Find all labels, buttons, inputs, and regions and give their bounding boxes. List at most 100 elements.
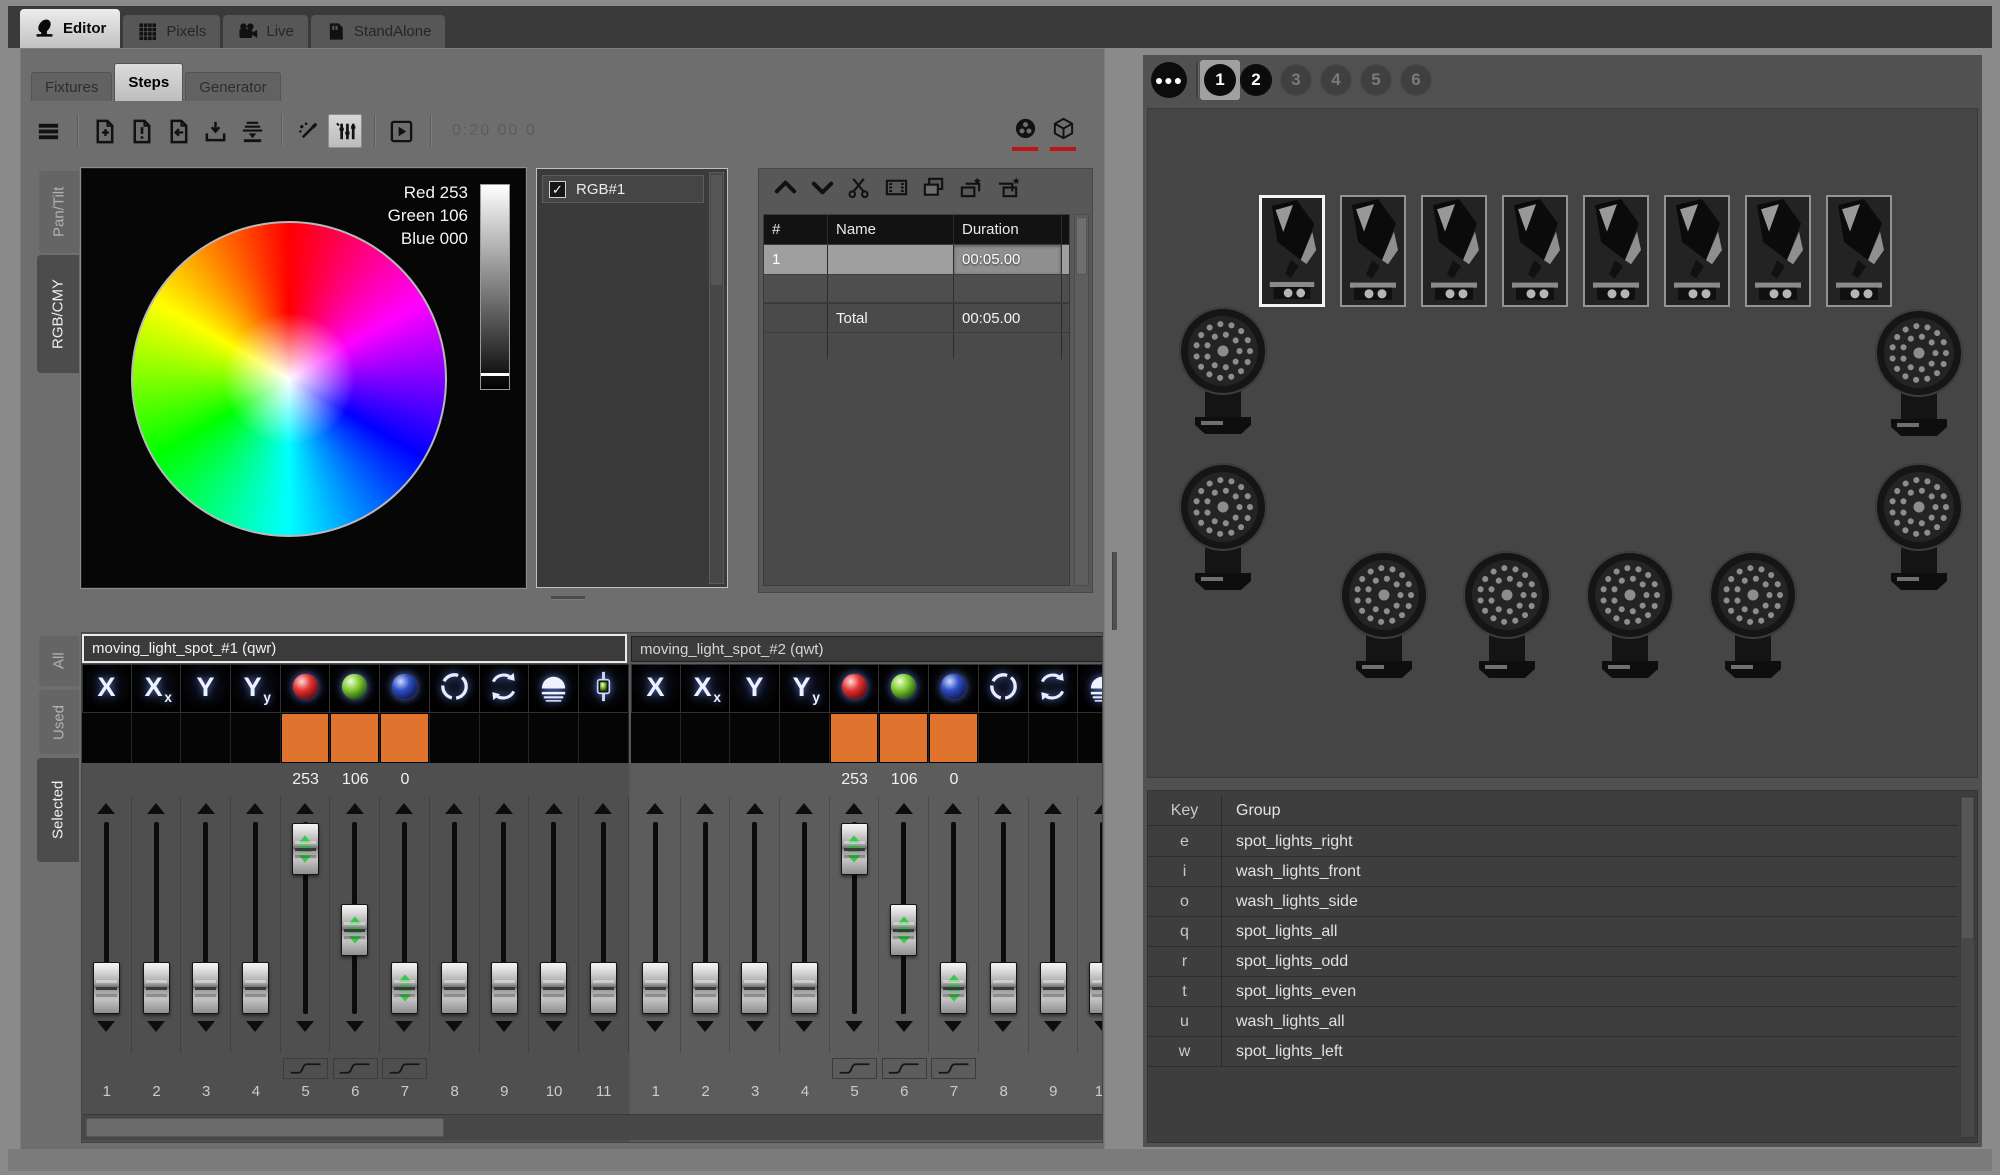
fader-up-arrow[interactable] (696, 803, 714, 814)
channel-cell[interactable]: Yy (780, 664, 830, 713)
fader-hscrollbar-thumb[interactable] (86, 1118, 444, 1137)
fixture-tab[interactable]: moving_light_spot_#2 (qwt) (631, 636, 1103, 662)
component-scrollbar[interactable] (709, 172, 724, 584)
scene-button-2[interactable]: 2 (1240, 64, 1272, 96)
fader-handle[interactable] (292, 823, 319, 875)
steps-row[interactable]: 100:05.00 (764, 245, 1069, 275)
wash-fixture-icon[interactable] (1459, 549, 1555, 683)
brightness-indicator[interactable] (481, 373, 509, 376)
group-row[interactable]: tspot_lights_even (1148, 977, 1958, 1007)
titlebar-tab-standalone[interactable]: StandAlone (311, 15, 446, 48)
channel-cell[interactable]: Y (181, 664, 231, 713)
component-row[interactable]: ✓ RGB#1 (542, 175, 704, 203)
revert-step-button[interactable] (161, 114, 195, 148)
steps-row[interactable] (764, 275, 1069, 303)
channel-cell[interactable] (480, 664, 530, 713)
fader-up-arrow[interactable] (246, 803, 264, 814)
fader-down-arrow[interactable] (296, 1021, 314, 1032)
fader-handle[interactable] (1089, 962, 1103, 1014)
channel-cell[interactable] (380, 664, 430, 713)
editor-tab-generator[interactable]: Generator (185, 72, 281, 101)
channel-cell[interactable] (430, 664, 480, 713)
fader-down-arrow[interactable] (994, 1021, 1012, 1032)
fade-curve-button[interactable] (283, 1058, 328, 1079)
group-row[interactable]: wspot_lights_left (1148, 1037, 1958, 1067)
fader-up-arrow[interactable] (1094, 803, 1103, 814)
fader-handle[interactable] (1040, 962, 1067, 1014)
fader-up-arrow[interactable] (197, 803, 215, 814)
fader-down-arrow[interactable] (1094, 1021, 1103, 1032)
spot-fixture-icon[interactable] (1340, 195, 1406, 307)
channel-cell[interactable] (330, 664, 380, 713)
fader-handle[interactable] (590, 962, 617, 1014)
film-button[interactable] (878, 174, 915, 206)
new-step-button[interactable] (87, 114, 121, 148)
channel-cell[interactable] (1029, 664, 1079, 713)
spot-fixture-icon[interactable] (1826, 195, 1892, 307)
channel-cell[interactable] (579, 664, 629, 713)
steps-scrollbar[interactable] (1074, 214, 1089, 586)
wash-fixture-icon[interactable] (1175, 461, 1271, 595)
faders-view-button[interactable] (328, 114, 362, 148)
fader-up-arrow[interactable] (147, 803, 165, 814)
play-button[interactable] (384, 114, 418, 148)
channel-cell[interactable]: Xx (132, 664, 182, 713)
channel-cell[interactable]: Yy (231, 664, 281, 713)
spot-fixture-icon[interactable] (1664, 195, 1730, 307)
fader-handle[interactable] (491, 962, 518, 1014)
fader-up-arrow[interactable] (97, 803, 115, 814)
fader-up-arrow[interactable] (994, 803, 1012, 814)
wash-fixture-icon[interactable] (1582, 549, 1678, 683)
menu-button[interactable] (31, 114, 65, 148)
wash-fixture-icon[interactable] (1871, 307, 1967, 441)
channel-cell[interactable]: Xx (681, 664, 731, 713)
fader-down-arrow[interactable] (395, 1021, 413, 1032)
move-up-button[interactable] (767, 174, 804, 206)
spot-fixture-icon[interactable] (1421, 195, 1487, 307)
spot-fixture-icon[interactable] (1583, 195, 1649, 307)
editor-tab-steps[interactable]: Steps (114, 63, 183, 101)
fader-up-arrow[interactable] (495, 803, 513, 814)
fader-down-arrow[interactable] (944, 1021, 962, 1032)
fader-down-arrow[interactable] (594, 1021, 612, 1032)
fader-handle[interactable] (93, 962, 120, 1014)
export-button[interactable] (235, 114, 269, 148)
fixture-tab[interactable]: moving_light_spot_#1 (qwr) (82, 634, 627, 663)
fader-down-arrow[interactable] (346, 1021, 364, 1032)
fader-up-arrow[interactable] (795, 803, 813, 814)
fader-down-arrow[interactable] (197, 1021, 215, 1032)
paste-before-button[interactable] (952, 174, 989, 206)
scene-more-button[interactable]: ●●● (1151, 62, 1187, 98)
fader-handle[interactable] (890, 904, 917, 956)
scene-button-3[interactable]: 3 (1280, 64, 1312, 96)
fader-handle[interactable] (391, 962, 418, 1014)
tab-rgb-cmy[interactable]: RGB/CMY (37, 255, 79, 373)
fader-up-arrow[interactable] (445, 803, 463, 814)
window-splitter[interactable] (1112, 552, 1117, 630)
group-row[interactable]: espot_lights_right (1148, 827, 1958, 857)
fader-down-arrow[interactable] (97, 1021, 115, 1032)
channel-cell[interactable]: X (631, 664, 681, 713)
component-checkbox[interactable]: ✓ (549, 181, 566, 198)
fader-up-arrow[interactable] (646, 803, 664, 814)
channel-cell[interactable] (879, 664, 929, 713)
fader-down-arrow[interactable] (246, 1021, 264, 1032)
fader-down-arrow[interactable] (495, 1021, 513, 1032)
tab-selected-channels[interactable]: Selected (37, 758, 79, 862)
fader-down-arrow[interactable] (445, 1021, 463, 1032)
fader-up-arrow[interactable] (1044, 803, 1062, 814)
group-row[interactable]: qspot_lights_all (1148, 917, 1958, 947)
fader-up-arrow[interactable] (395, 803, 413, 814)
fader-handle[interactable] (940, 962, 967, 1014)
tab-all-channels[interactable]: All (39, 636, 79, 686)
fader-handle[interactable] (741, 962, 768, 1014)
fader-handle[interactable] (540, 962, 567, 1014)
wash-fixture-icon[interactable] (1175, 305, 1271, 439)
fader-down-arrow[interactable] (1044, 1021, 1062, 1032)
brightness-bar[interactable] (480, 184, 510, 390)
group-row[interactable]: iwash_lights_front (1148, 857, 1958, 887)
fader-handle[interactable] (642, 962, 669, 1014)
channel-cell[interactable] (830, 664, 880, 713)
channel-cell[interactable] (281, 664, 331, 713)
titlebar-tab-editor[interactable]: Editor (20, 9, 120, 48)
